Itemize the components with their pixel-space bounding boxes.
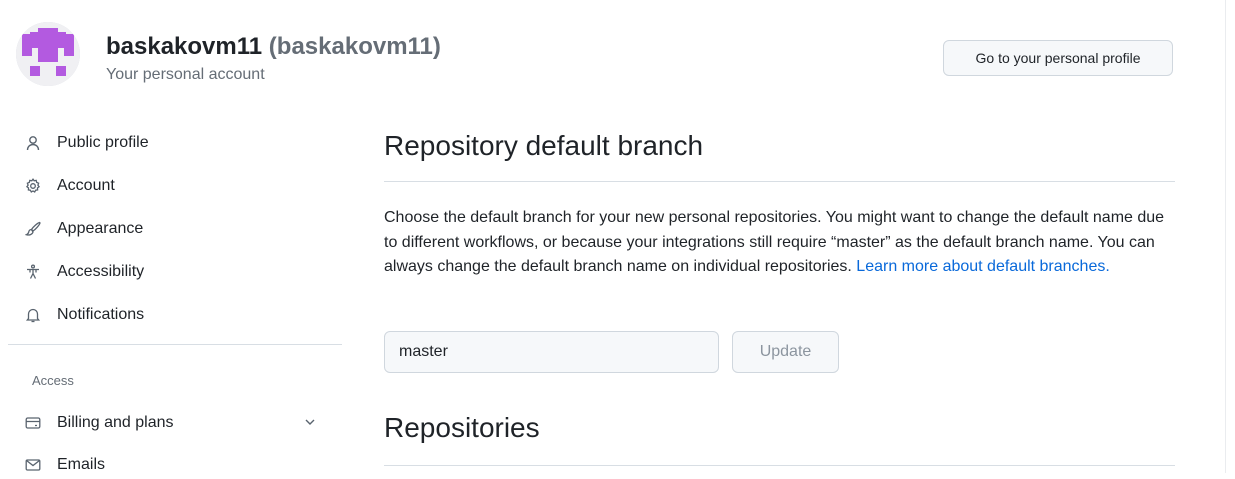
account-name: baskakovm11 (baskakovm11): [106, 33, 441, 61]
sidebar-item-label: Account: [57, 177, 115, 194]
sidebar-item-label: Appearance: [57, 220, 144, 237]
learn-more-link[interactable]: Learn more about default branches.: [856, 258, 1110, 275]
gear-icon: [24, 177, 42, 195]
paintbrush-icon: [24, 220, 42, 238]
sidebar-item-label: Public profile: [57, 134, 149, 151]
sidebar-item-label: Accessibility: [57, 263, 145, 280]
sidebar-item-label: Billing and plans: [57, 414, 174, 431]
accessibility-icon: [24, 263, 42, 281]
sidebar-item-notifications[interactable]: Notifications: [24, 301, 144, 329]
update-button[interactable]: Update: [732, 331, 839, 373]
sidebar-item-public-profile[interactable]: Public profile: [24, 129, 149, 157]
section-title-default-branch: Repository default branch: [384, 130, 704, 161]
section-divider: [384, 465, 1175, 466]
sidebar-item-label: Emails: [57, 456, 106, 473]
account-login: (baskakovm11): [268, 33, 441, 60]
sidebar-divider: [8, 344, 342, 345]
chevron-down-icon[interactable]: [302, 414, 318, 430]
sidebar-item-appearance[interactable]: Appearance: [24, 215, 143, 243]
credit-card-icon: [24, 414, 42, 432]
person-icon: [24, 134, 42, 152]
sidebar-item-accessibility[interactable]: Accessibility: [24, 258, 144, 286]
sidebar-item-label: Notifications: [57, 306, 145, 323]
identicon-icon: [16, 22, 80, 86]
sidebar-heading-access: Access: [32, 373, 74, 388]
default-branch-input[interactable]: [384, 331, 719, 373]
page-right-border: [1225, 0, 1226, 473]
mail-icon: [24, 456, 42, 474]
section-title-repositories: Repositories: [384, 412, 540, 443]
account-subtitle: Your personal account: [106, 66, 265, 83]
avatar[interactable]: [16, 22, 80, 86]
sidebar-item-emails[interactable]: Emails: [24, 451, 105, 479]
go-to-profile-button[interactable]: Go to your personal profile: [943, 40, 1173, 76]
section-divider: [384, 181, 1175, 182]
sidebar-item-account[interactable]: Account: [24, 172, 115, 200]
sidebar-item-billing[interactable]: Billing and plans: [24, 409, 174, 437]
username[interactable]: baskakovm11: [106, 33, 262, 60]
bell-icon: [24, 306, 42, 324]
default-branch-description: Choose the default branch for your new p…: [384, 206, 1174, 280]
